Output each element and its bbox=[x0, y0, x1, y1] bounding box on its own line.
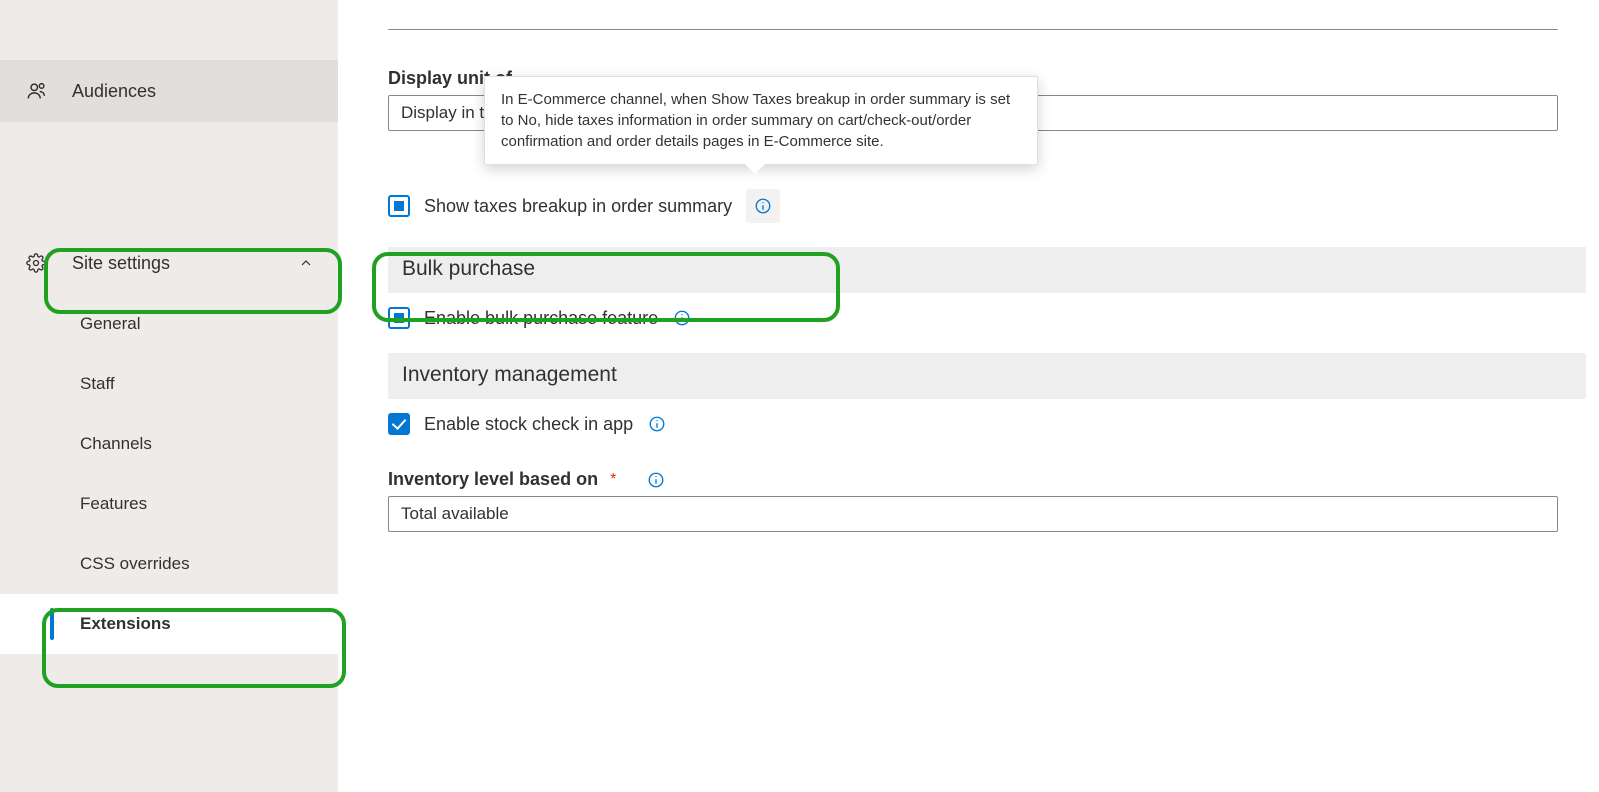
info-icon[interactable] bbox=[647, 414, 667, 434]
sidebar-item-audiences[interactable]: Audiences bbox=[0, 60, 338, 122]
inventory-label: Enable stock check in app bbox=[424, 414, 633, 435]
bulk-checkbox[interactable] bbox=[388, 307, 410, 329]
sidebar-item-label: CSS overrides bbox=[80, 554, 190, 574]
sidebar-item-label: Audiences bbox=[72, 81, 156, 102]
inventory-row: Enable stock check in app bbox=[388, 399, 1599, 453]
settings-panel: Display unit of Display in the In E-Comm… bbox=[338, 0, 1599, 792]
show-taxes-label: Show taxes breakup in order summary bbox=[424, 196, 732, 217]
sidebar-item-channels[interactable]: Channels bbox=[0, 414, 338, 474]
sidebar-item-label: Staff bbox=[80, 374, 115, 394]
sidebar-item-general[interactable]: General bbox=[0, 294, 338, 354]
show-taxes-checkbox[interactable] bbox=[388, 195, 410, 217]
inventory-level-label: Inventory level based on bbox=[388, 469, 598, 490]
inventory-checkbox[interactable] bbox=[388, 413, 410, 435]
inventory-level-select[interactable]: Total available bbox=[388, 496, 1558, 532]
sidebar-item-extensions[interactable]: Extensions bbox=[0, 594, 338, 654]
tooltip-text: In E-Commerce channel, when Show Taxes b… bbox=[501, 91, 1010, 150]
section-title: Bulk purchase bbox=[402, 257, 535, 280]
sidebar-item-label: Extensions bbox=[80, 614, 171, 634]
sidebar-item-label: Channels bbox=[80, 434, 152, 454]
previous-input-cutoff[interactable] bbox=[388, 28, 1558, 30]
section-inventory: Inventory management bbox=[388, 353, 1586, 399]
section-bulk-purchase: Bulk purchase bbox=[388, 247, 1586, 293]
bulk-label: Enable bulk purchase feature bbox=[424, 308, 658, 329]
info-tooltip: In E-Commerce channel, when Show Taxes b… bbox=[484, 76, 1038, 165]
show-taxes-row: Show taxes breakup in order summary bbox=[388, 175, 1599, 241]
sidebar-item-label: General bbox=[80, 314, 140, 334]
sidebar-item-label: Site settings bbox=[72, 253, 170, 274]
sidebar-item-staff[interactable]: Staff bbox=[0, 354, 338, 414]
audiences-icon bbox=[26, 80, 72, 102]
bulk-row: Enable bulk purchase feature bbox=[388, 293, 1599, 347]
sidebar-item-label: Features bbox=[80, 494, 147, 514]
info-icon[interactable] bbox=[746, 189, 780, 223]
info-icon[interactable] bbox=[646, 470, 666, 490]
chevron-up-icon bbox=[298, 255, 314, 271]
required-asterisk: * bbox=[606, 471, 620, 489]
section-title: Inventory management bbox=[402, 363, 617, 386]
info-icon[interactable] bbox=[672, 308, 692, 328]
sidebar-item-features[interactable]: Features bbox=[0, 474, 338, 534]
gear-icon bbox=[26, 253, 72, 273]
sidebar-item-css-overrides[interactable]: CSS overrides bbox=[0, 534, 338, 594]
inventory-level-value: Total available bbox=[401, 504, 509, 524]
sidebar-item-site-settings[interactable]: Site settings bbox=[0, 232, 338, 294]
sidebar: Audiences Site settings General Staff Ch… bbox=[0, 0, 338, 792]
